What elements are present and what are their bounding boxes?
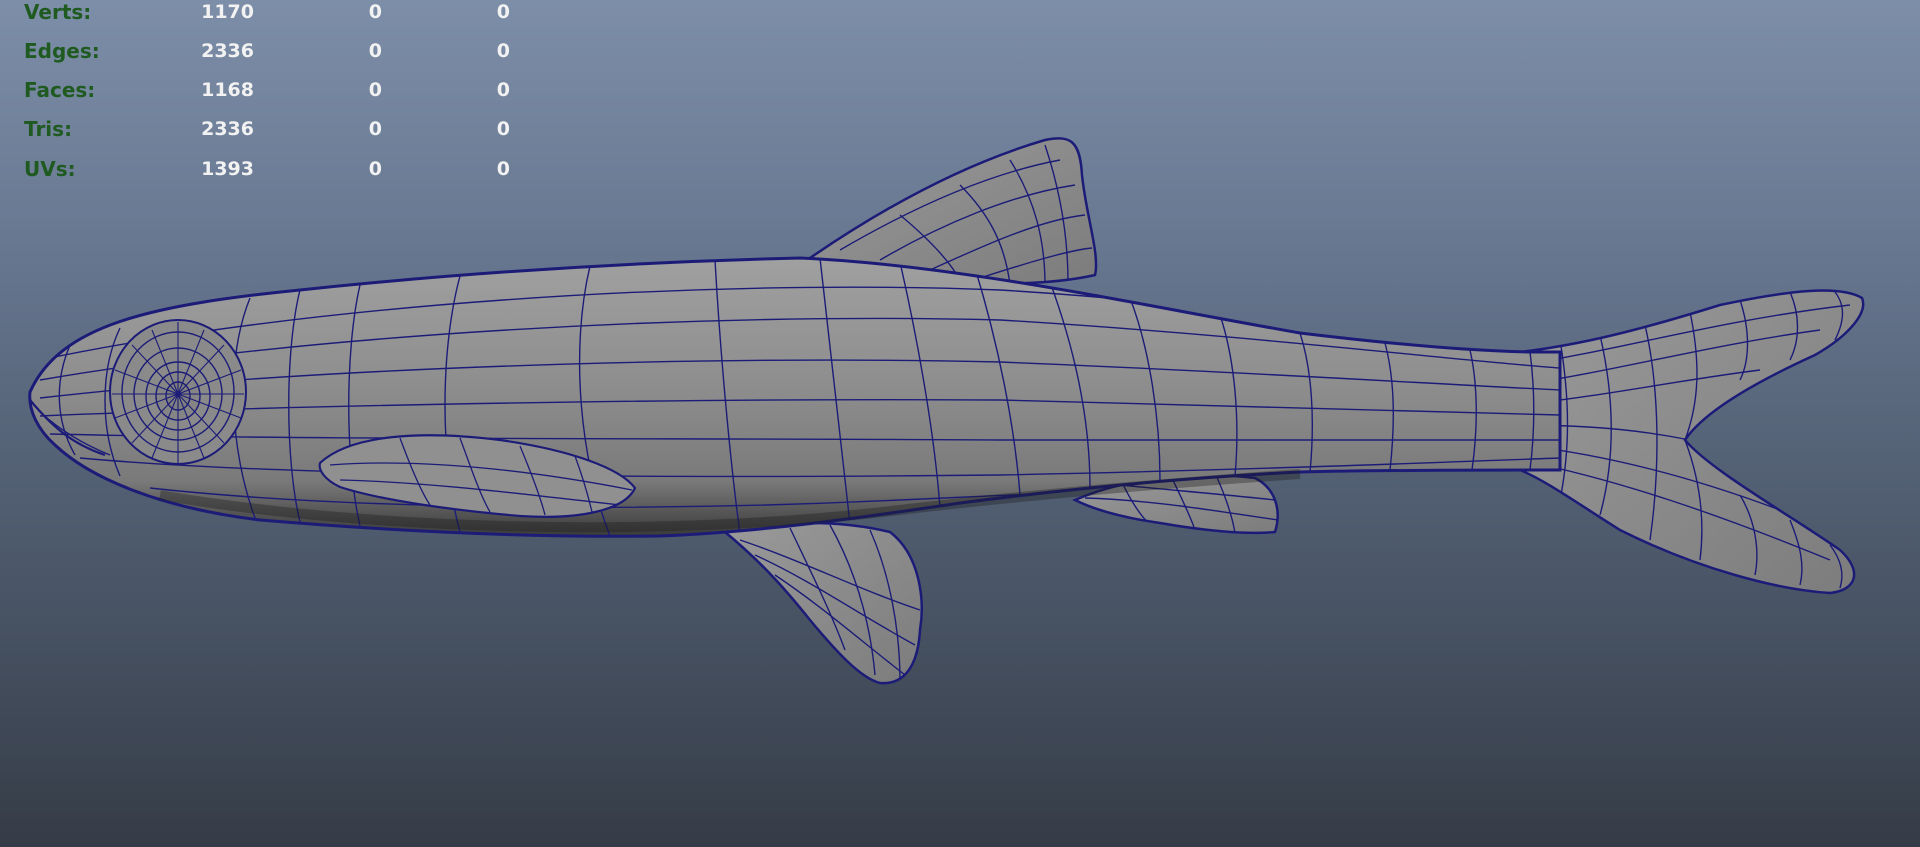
fish-body (28, 256, 1562, 538)
pelvic-fin (722, 521, 923, 685)
fish-mesh-icon[interactable] (0, 0, 1920, 847)
fish-eye (109, 319, 247, 465)
viewport-panel[interactable]: Verts: 1170 0 0 Edges: 2336 0 0 Faces: 1… (0, 0, 1920, 847)
tail-fin (1518, 289, 1865, 595)
